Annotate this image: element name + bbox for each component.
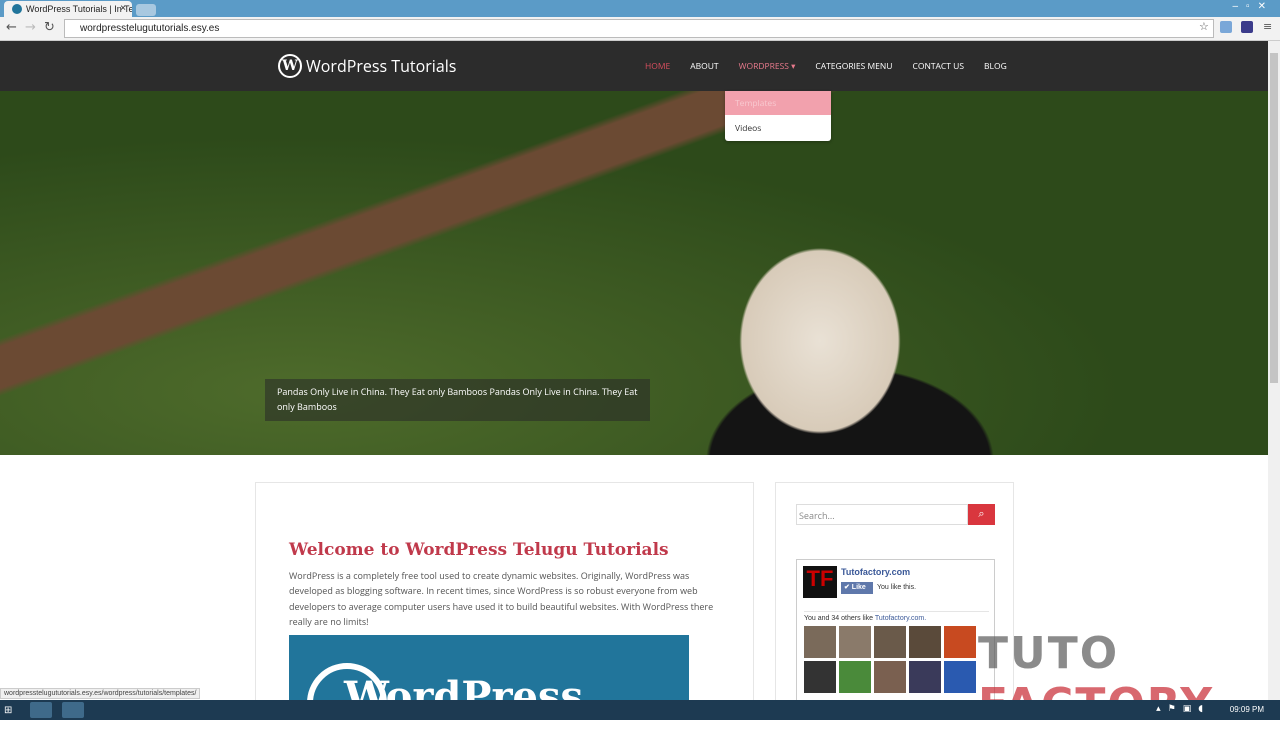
search-input[interactable]: Search... bbox=[796, 504, 968, 525]
reload-icon[interactable]: ↻ bbox=[44, 20, 55, 35]
browser-toolbar: ← → ↻ wordpresstelugututorials.esy.es ☆ … bbox=[0, 17, 1280, 41]
search-button[interactable]: ⌕ bbox=[968, 504, 995, 525]
avatar[interactable] bbox=[874, 626, 906, 658]
clock: 09:09 PM bbox=[1229, 705, 1264, 714]
main-menu: HOME ABOUT WORDPRESS ▾ CATEGORIES MENU C… bbox=[645, 61, 1007, 72]
menu-blog[interactable]: BLOG bbox=[984, 61, 1007, 72]
slide-caption: Pandas Only Live in China. They Eat only… bbox=[265, 379, 650, 421]
menu-wordpress[interactable]: WORDPRESS ▾ bbox=[739, 61, 796, 72]
fb-page-link[interactable]: Tutofactory.com. bbox=[875, 615, 926, 622]
bookmark-star-icon[interactable]: ☆ bbox=[1199, 20, 1209, 33]
likes-count-text: You and 34 others like Tutofactory.com. bbox=[804, 611, 989, 622]
close-tab-icon[interactable]: × bbox=[120, 3, 126, 14]
avatar[interactable] bbox=[874, 661, 906, 693]
fb-like-button[interactable]: ✔ Like bbox=[841, 582, 873, 594]
browser-tab[interactable]: WordPress Tutorials | In Te × bbox=[4, 1, 132, 17]
system-tray-icons[interactable]: ▴⚑▣◖ bbox=[1156, 704, 1210, 714]
menu-about[interactable]: ABOUT bbox=[690, 61, 718, 72]
search-icon: ⌕ bbox=[978, 506, 985, 521]
tutofactory-logo[interactable]: TF bbox=[803, 566, 837, 598]
avatar[interactable] bbox=[944, 626, 976, 658]
fan-avatars bbox=[804, 626, 976, 693]
taskbar: ⊞ ▴⚑▣◖ 09:09 PM bbox=[0, 700, 1280, 720]
wordpress-logo-icon: W bbox=[278, 54, 302, 78]
extension-icon[interactable] bbox=[1241, 21, 1253, 33]
menu-icon[interactable]: ≡ bbox=[1263, 20, 1272, 33]
site-header: W WordPress Tutorials HOME ABOUT WORDPRES… bbox=[0, 41, 1268, 91]
start-button[interactable]: ⊞ bbox=[4, 702, 20, 718]
facebook-like-box: TF Tutofactory.com ✔ Like You like this.… bbox=[796, 559, 995, 709]
post-title[interactable]: Welcome to WordPress Telugu Tutorials bbox=[289, 540, 669, 560]
browser-tab-strip: WordPress Tutorials | In Te × –▫✕ bbox=[0, 0, 1280, 17]
site-logo[interactable]: W WordPress Tutorials bbox=[278, 54, 456, 78]
window-controls[interactable]: –▫✕ bbox=[1233, 1, 1275, 12]
scrollbar-thumb[interactable] bbox=[1270, 53, 1278, 383]
menu-home[interactable]: HOME bbox=[645, 61, 670, 72]
wordpress-dropdown: Templates Videos bbox=[725, 91, 831, 141]
avatar[interactable] bbox=[909, 661, 941, 693]
caret-down-icon: ▾ bbox=[791, 61, 796, 72]
dropdown-item-templates[interactable]: Templates bbox=[725, 91, 831, 115]
back-icon[interactable]: ← bbox=[6, 20, 17, 35]
avatar[interactable] bbox=[804, 626, 836, 658]
menu-categories[interactable]: CATEGORIES MENU bbox=[815, 61, 892, 72]
status-bar-url: wordpresstelugututorials.esy.es/wordpres… bbox=[0, 688, 201, 699]
explorer-taskbar-icon[interactable] bbox=[62, 702, 84, 718]
avatar[interactable] bbox=[944, 661, 976, 693]
post-card: Welcome to WordPress Telugu Tutorials Wo… bbox=[255, 482, 754, 715]
wordpress-favicon-icon bbox=[12, 4, 22, 14]
you-like-text: You like this. bbox=[877, 584, 917, 591]
page-scrollbar[interactable] bbox=[1268, 41, 1280, 700]
chrome-taskbar-icon[interactable] bbox=[30, 702, 52, 718]
avatar[interactable] bbox=[909, 626, 941, 658]
extension-icon[interactable] bbox=[1220, 21, 1232, 33]
post-body: WordPress is a completely free tool used… bbox=[289, 569, 714, 628]
forward-icon[interactable]: → bbox=[25, 20, 36, 35]
new-tab-button[interactable] bbox=[136, 4, 156, 16]
avatar[interactable] bbox=[839, 661, 871, 693]
fb-page-name[interactable]: Tutofactory.com bbox=[841, 567, 910, 577]
dropdown-item-videos[interactable]: Videos bbox=[725, 115, 831, 142]
avatar[interactable] bbox=[804, 661, 836, 693]
address-bar[interactable]: wordpresstelugututorials.esy.es bbox=[64, 19, 1214, 38]
avatar[interactable] bbox=[839, 626, 871, 658]
menu-contact[interactable]: CONTACT US bbox=[913, 61, 965, 72]
